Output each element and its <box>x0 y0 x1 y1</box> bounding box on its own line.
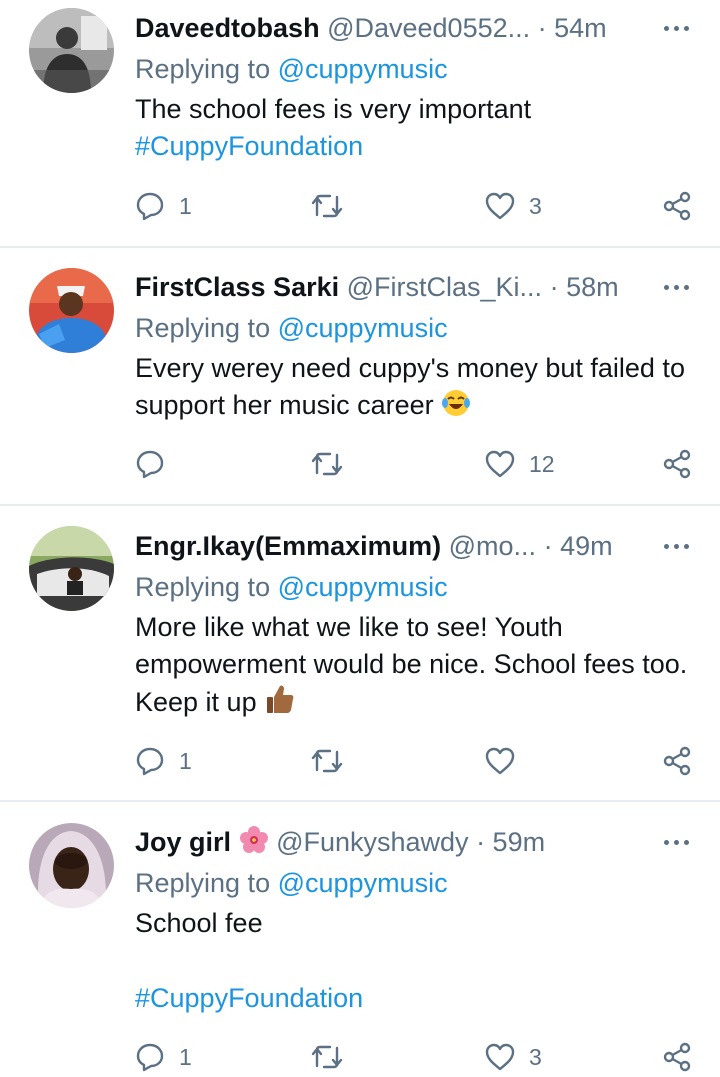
more-options-icon[interactable] <box>660 16 696 40</box>
tweet-header: FirstClass Sarki @FirstClas_Ki... · 58m <box>135 269 650 305</box>
like-button[interactable] <box>485 741 529 781</box>
replying-to: Replying to @cuppymusic <box>135 51 448 87</box>
heart-icon <box>485 747 515 775</box>
thumbs-up-icon <box>264 683 296 725</box>
user-handle[interactable]: @mo... <box>449 531 536 561</box>
more-options-icon[interactable] <box>660 830 696 854</box>
like-button[interactable]: 12 <box>485 444 555 484</box>
reply-icon <box>136 1043 164 1072</box>
reply-button[interactable]: 1 <box>135 1037 192 1077</box>
replying-to-label: Replying to <box>135 54 271 84</box>
heart-icon <box>485 192 515 220</box>
share-icon <box>663 1042 691 1072</box>
reply-icon <box>136 450 164 479</box>
share-button[interactable] <box>662 444 692 484</box>
tweet-actions: 12 <box>0 444 720 484</box>
heart-icon <box>485 450 515 478</box>
share-icon <box>663 449 691 479</box>
reply-count: 1 <box>179 1044 192 1070</box>
reply-count: 1 <box>179 193 192 219</box>
tweet[interactable]: FirstClass Sarki @FirstClas_Ki... · 58m … <box>0 248 720 504</box>
reply-button[interactable]: 1 <box>135 186 192 226</box>
tweet-text-body: More like what we like to see! Youth emp… <box>135 612 688 717</box>
more-options-icon[interactable] <box>660 275 696 299</box>
timestamp[interactable]: · 59m <box>476 827 545 857</box>
timestamp[interactable]: · 54m <box>538 13 607 43</box>
mention-link[interactable]: @cuppymusic <box>278 313 448 343</box>
mention-link[interactable]: @cuppymusic <box>278 572 448 602</box>
retweet-icon <box>311 1045 343 1069</box>
avatar-photo-icon <box>29 526 114 611</box>
tweet-actions: 1 <box>0 741 720 781</box>
user-handle[interactable]: @FirstClas_Ki... <box>347 272 542 302</box>
tweet-text: School fee <box>135 908 263 938</box>
share-button[interactable] <box>662 741 692 781</box>
reply-button[interactable] <box>135 444 179 484</box>
retweet-icon <box>311 452 343 476</box>
retweet-button[interactable] <box>310 186 344 226</box>
replying-to-label: Replying to <box>135 313 271 343</box>
display-name[interactable]: Joy girl <box>135 827 231 857</box>
mention-link[interactable]: @cuppymusic <box>278 868 448 898</box>
retweet-button[interactable] <box>310 444 344 484</box>
avatar[interactable] <box>29 823 114 908</box>
tweet-text: More like what we like to see! Youth emp… <box>135 609 695 725</box>
reply-count: 1 <box>179 748 192 774</box>
tweet-text: Every werey need cuppy's money but faile… <box>135 350 695 428</box>
tweet[interactable]: Engr.Ikay(Emmaximum) @mo... · 49m Replyi… <box>0 506 720 800</box>
display-name[interactable]: Engr.Ikay(Emmaximum) <box>135 531 441 561</box>
display-name[interactable]: FirstClass Sarki <box>135 272 339 302</box>
reply-button[interactable]: 1 <box>135 741 192 781</box>
reply-icon <box>136 192 164 221</box>
like-button[interactable]: 3 <box>485 1037 542 1077</box>
tweet-header: Daveedtobash @Daveed0552... · 54m <box>135 10 650 46</box>
share-button[interactable] <box>662 1037 692 1077</box>
heart-icon <box>485 1043 515 1071</box>
tweet-header: Joy girl @Funkyshawdy · 59m <box>135 824 650 860</box>
mention-link[interactable]: @cuppymusic <box>278 54 448 84</box>
tweet-header: Engr.Ikay(Emmaximum) @mo... · 49m <box>135 528 650 564</box>
avatar-photo-icon <box>29 268 114 353</box>
share-button[interactable] <box>662 186 692 226</box>
timestamp[interactable]: · 58m <box>550 272 619 302</box>
tweet[interactable]: Daveedtobash @Daveed0552... · 54m Replyi… <box>0 0 720 246</box>
display-name[interactable]: Daveedtobash <box>135 13 320 43</box>
replying-to: Replying to @cuppymusic <box>135 310 448 346</box>
replying-to-label: Replying to <box>135 868 271 898</box>
share-icon <box>663 191 691 221</box>
hibiscus-icon <box>239 825 269 860</box>
face-with-tears-of-joy-icon <box>441 388 471 428</box>
retweet-icon <box>311 749 343 773</box>
avatar[interactable] <box>29 268 114 353</box>
tweet[interactable]: Joy girl @Funkyshawdy · 59m Replying to … <box>0 802 720 1075</box>
more-options-icon[interactable] <box>660 534 696 558</box>
avatar[interactable] <box>29 8 114 93</box>
replying-to: Replying to @cuppymusic <box>135 865 448 901</box>
hashtag-link[interactable]: #CuppyFoundation <box>135 980 363 1016</box>
user-handle[interactable]: @Funkyshawdy <box>276 827 468 857</box>
avatar-photo-icon <box>29 823 114 908</box>
like-button[interactable]: 3 <box>485 186 542 226</box>
replying-to-label: Replying to <box>135 572 271 602</box>
tweet-actions: 1 3 <box>0 1037 720 1077</box>
retweet-button[interactable] <box>310 741 344 781</box>
reply-icon <box>136 747 164 776</box>
like-count: 3 <box>529 1044 542 1070</box>
retweet-button[interactable] <box>310 1037 344 1077</box>
hashtag-link[interactable]: #CuppyFoundation <box>135 128 363 164</box>
timestamp[interactable]: · 49m <box>544 531 613 561</box>
replying-to: Replying to @cuppymusic <box>135 569 448 605</box>
share-icon <box>663 746 691 776</box>
like-count: 12 <box>529 451 555 477</box>
user-handle[interactable]: @Daveed0552... <box>327 13 530 43</box>
like-count: 3 <box>529 193 542 219</box>
retweet-icon <box>311 194 343 218</box>
avatar[interactable] <box>29 526 114 611</box>
tweet-text: The school fees is very important <box>135 94 532 124</box>
avatar-photo-icon <box>29 8 114 93</box>
tweet-actions: 1 3 <box>0 186 720 226</box>
tweet-text-body: Every werey need cuppy's money but faile… <box>135 353 685 420</box>
